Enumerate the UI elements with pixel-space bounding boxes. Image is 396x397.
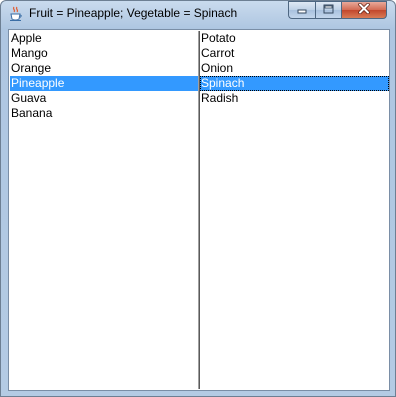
- close-button[interactable]: [341, 1, 387, 19]
- close-icon: [358, 1, 370, 19]
- vegetable-list-item[interactable]: Radish: [200, 91, 389, 106]
- fruit-list-item[interactable]: Banana: [10, 106, 198, 121]
- content-pane: Apple Mango Orange Pineapple Guava Banan…: [8, 29, 390, 391]
- caption-buttons: [288, 1, 387, 20]
- minimize-icon: [297, 1, 307, 19]
- vegetable-list[interactable]: Potato Carrot Onion Spinach Radish: [199, 31, 389, 389]
- vegetable-list-item-selected[interactable]: Spinach: [200, 76, 389, 91]
- maximize-icon: [323, 1, 334, 19]
- vegetable-list-item[interactable]: Carrot: [200, 46, 389, 61]
- vegetable-list-item[interactable]: Potato: [200, 31, 389, 46]
- title-bar[interactable]: Fruit = Pineapple; Vegetable = Spinach: [1, 1, 395, 28]
- minimize-button[interactable]: [288, 1, 315, 19]
- fruit-list-item-selected[interactable]: Pineapple: [10, 76, 198, 91]
- fruit-list-item[interactable]: Mango: [10, 46, 198, 61]
- fruit-list-item[interactable]: Apple: [10, 31, 198, 46]
- fruit-list-item[interactable]: Guava: [10, 91, 198, 106]
- fruit-list[interactable]: Apple Mango Orange Pineapple Guava Banan…: [10, 31, 199, 389]
- vegetable-list-item[interactable]: Onion: [200, 61, 389, 76]
- java-cup-icon[interactable]: [9, 6, 23, 22]
- app-window: Fruit = Pineapple; Vegetable = Spinach A…: [0, 0, 396, 397]
- fruit-list-item[interactable]: Orange: [10, 61, 198, 76]
- maximize-button[interactable]: [315, 1, 341, 19]
- window-title: Fruit = Pineapple; Vegetable = Spinach: [29, 6, 238, 20]
